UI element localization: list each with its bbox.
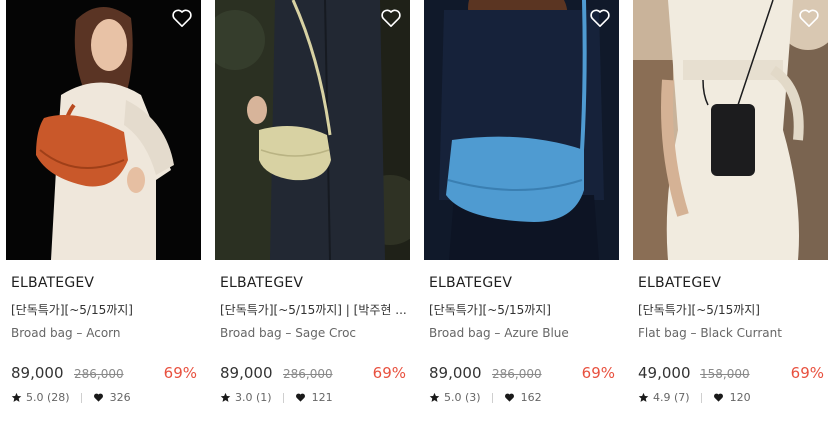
original-price: 286,000 xyxy=(74,367,124,381)
product-image[interactable] xyxy=(215,0,410,260)
wishlist-heart-icon[interactable] xyxy=(171,8,193,28)
likes-count: 121 xyxy=(311,391,333,404)
original-price: 158,000 xyxy=(700,367,750,381)
product-meta: 5.0 (28) 326 xyxy=(11,391,131,404)
product-name[interactable]: Flat bag – Black Currant xyxy=(638,326,782,340)
product-photo xyxy=(424,0,619,260)
wishlist-heart-icon[interactable] xyxy=(589,8,611,28)
rating-text: 4.9 (7) xyxy=(653,391,690,404)
sale-price: 89,000 xyxy=(429,364,482,382)
star-icon xyxy=(429,392,440,403)
original-price: 286,000 xyxy=(283,367,333,381)
product-grid: ELBATEGEV [단독특가][~5/15까지] Broad bag – Ac… xyxy=(0,0,833,426)
product-card[interactable]: ELBATEGEV [단독특가][~5/15까지] Broad bag – Ac… xyxy=(6,0,201,426)
heart-filled-icon xyxy=(295,392,306,403)
product-photo xyxy=(633,0,828,260)
sale-price: 89,000 xyxy=(11,364,64,382)
discount-rate: 69% xyxy=(163,364,197,382)
likes-count: 120 xyxy=(729,391,751,404)
product-meta: 5.0 (3) 162 xyxy=(429,391,542,404)
rating-text: 3.0 (1) xyxy=(235,391,272,404)
discount-rate: 69% xyxy=(790,364,824,382)
product-promo[interactable]: [단독특가][~5/15까지] xyxy=(638,301,826,318)
star-icon xyxy=(11,392,22,403)
product-photo xyxy=(215,0,410,260)
product-name[interactable]: Broad bag – Sage Croc xyxy=(220,326,356,340)
divider xyxy=(700,392,702,403)
product-name[interactable]: Broad bag – Acorn xyxy=(11,326,121,340)
discount-rate: 69% xyxy=(581,364,615,382)
rating-text: 5.0 (28) xyxy=(26,391,70,404)
divider xyxy=(282,392,284,403)
product-meta: 3.0 (1) 121 xyxy=(220,391,333,404)
heart-filled-icon xyxy=(93,392,104,403)
product-card[interactable]: ELBATEGEV [단독특가][~5/15까지] Broad bag – Az… xyxy=(424,0,619,426)
sale-price: 89,000 xyxy=(220,364,273,382)
heart-filled-icon xyxy=(504,392,515,403)
wishlist-heart-icon[interactable] xyxy=(798,8,820,28)
discount-rate: 69% xyxy=(372,364,406,382)
product-promo[interactable]: [단독특가][~5/15까지] xyxy=(429,301,617,318)
product-brand[interactable]: ELBATEGEV xyxy=(429,275,512,291)
rating-text: 5.0 (3) xyxy=(444,391,481,404)
sale-price: 49,000 xyxy=(638,364,691,382)
original-price: 286,000 xyxy=(492,367,542,381)
divider xyxy=(80,392,82,403)
product-image[interactable] xyxy=(6,0,201,260)
product-photo xyxy=(6,0,201,260)
product-promo[interactable]: [단독특가][~5/15까지] xyxy=(11,301,199,318)
product-meta: 4.9 (7) 120 xyxy=(638,391,751,404)
product-name[interactable]: Broad bag – Azure Blue xyxy=(429,326,569,340)
likes-count: 162 xyxy=(520,391,542,404)
likes-count: 326 xyxy=(109,391,131,404)
product-brand[interactable]: ELBATEGEV xyxy=(11,275,94,291)
product-card[interactable]: ELBATEGEV [단독특가][~5/15까지] Flat bag – Bla… xyxy=(633,0,828,426)
wishlist-heart-icon[interactable] xyxy=(380,8,402,28)
product-card[interactable]: ELBATEGEV [단독특가][~5/15까지] | [박주현 ... Bro… xyxy=(215,0,410,426)
product-image[interactable] xyxy=(424,0,619,260)
product-brand[interactable]: ELBATEGEV xyxy=(638,275,721,291)
product-brand[interactable]: ELBATEGEV xyxy=(220,275,303,291)
star-icon xyxy=(638,392,649,403)
divider xyxy=(491,392,493,403)
star-icon xyxy=(220,392,231,403)
product-image[interactable] xyxy=(633,0,828,260)
product-promo[interactable]: [단독특가][~5/15까지] | [박주현 ... xyxy=(220,301,408,318)
heart-filled-icon xyxy=(713,392,724,403)
